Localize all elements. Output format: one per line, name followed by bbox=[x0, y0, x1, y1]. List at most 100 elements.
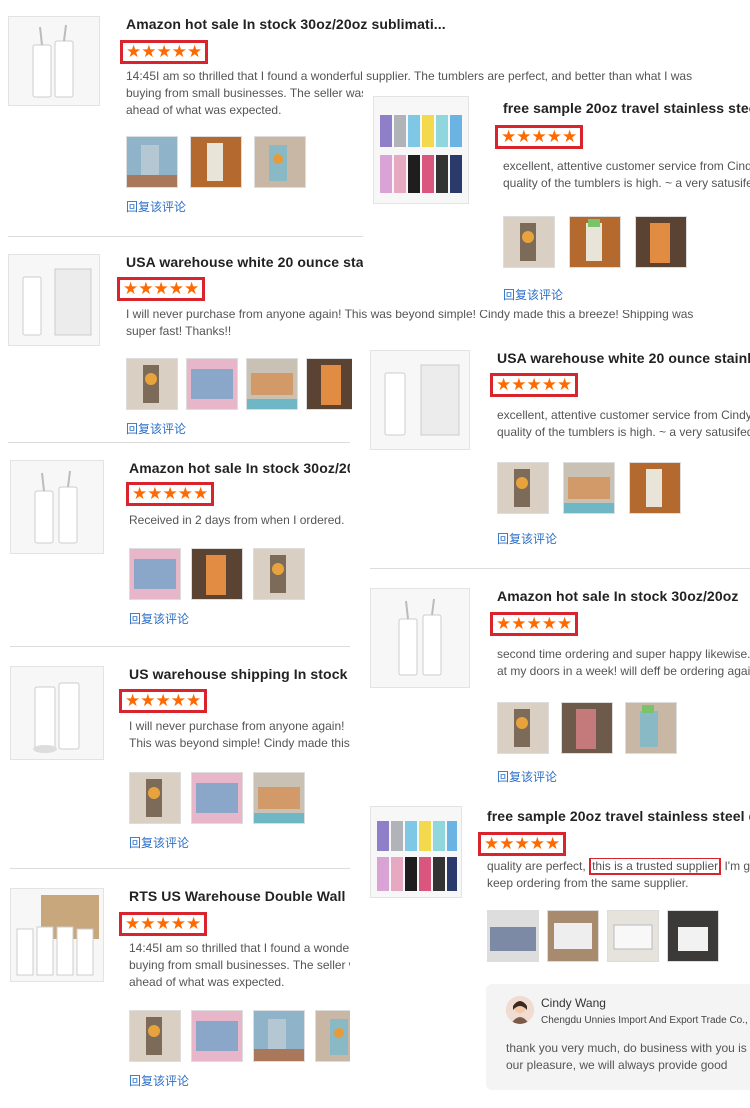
star-rating: ★★★★★ bbox=[490, 612, 579, 636]
review-photo[interactable] bbox=[191, 548, 243, 600]
review-photo[interactable] bbox=[487, 910, 539, 962]
product-title[interactable]: free sample 20oz travel stainless steel bbox=[503, 100, 750, 116]
star-rating-stars: ★★★★★ bbox=[125, 914, 202, 933]
review-photos bbox=[129, 548, 305, 600]
review-text: excellent, attentive customer service fr… bbox=[503, 159, 750, 194]
review-photo[interactable] bbox=[129, 772, 181, 824]
divider bbox=[10, 646, 350, 647]
review-photo[interactable] bbox=[126, 136, 178, 188]
review-photo[interactable] bbox=[569, 216, 621, 268]
star-rating: ★★★★★ bbox=[119, 689, 208, 713]
product-thumbnail[interactable] bbox=[370, 350, 470, 450]
seller-reply: Cindy Wang Chengdu Unnies Import And Exp… bbox=[486, 984, 750, 1090]
review-card-7: USA warehouse white 20 ounce stainless ★… bbox=[352, 330, 750, 564]
review-photo[interactable] bbox=[129, 548, 181, 600]
review-photo[interactable] bbox=[253, 1010, 305, 1062]
review-photo[interactable] bbox=[306, 358, 358, 410]
review-text: 14:45I am so thrilled that I found a won… bbox=[129, 941, 350, 989]
review-card-8: Amazon hot sale In stock 30oz/20oz ★★★★★… bbox=[352, 572, 750, 794]
reply-link[interactable]: 回复该评论 bbox=[126, 198, 186, 215]
review-card-6: free sample 20oz travel stainless steel … bbox=[363, 86, 750, 310]
review-card-9: free sample 20oz travel stainless steel … bbox=[354, 796, 750, 1108]
review-photo[interactable] bbox=[129, 1010, 181, 1062]
reply-link[interactable]: 回复该评论 bbox=[129, 834, 189, 851]
review-photo[interactable] bbox=[126, 358, 178, 410]
highlighted-review-text: this is a trusted supplier bbox=[589, 858, 722, 875]
star-rating-stars: ★★★★★ bbox=[123, 279, 200, 298]
star-rating: ★★★★★ bbox=[495, 125, 584, 149]
star-rating: ★★★★★ bbox=[126, 482, 215, 506]
review-photo[interactable] bbox=[503, 216, 555, 268]
review-text: I will never purchase from anyone again!… bbox=[129, 719, 350, 754]
reply-link[interactable]: 回复该评论 bbox=[503, 286, 563, 303]
product-title[interactable]: Amazon hot sale In stock 30oz/20oz subli… bbox=[129, 460, 350, 476]
review-text: quality are perfect, this is a trusted s… bbox=[487, 858, 750, 894]
seller-name: Cindy Wang bbox=[541, 996, 606, 1010]
product-title[interactable]: US warehouse shipping In stock 20oz bbox=[129, 666, 350, 682]
star-rating-stars: ★★★★★ bbox=[484, 834, 561, 853]
review-photo[interactable] bbox=[253, 772, 305, 824]
review-photo[interactable] bbox=[635, 216, 687, 268]
star-rating-stars: ★★★★★ bbox=[496, 375, 573, 394]
divider bbox=[10, 868, 350, 869]
review-photo[interactable] bbox=[191, 1010, 243, 1062]
star-rating-stars: ★★★★★ bbox=[496, 614, 573, 633]
reply-link[interactable]: 回复该评论 bbox=[497, 768, 557, 785]
product-thumbnail[interactable] bbox=[373, 96, 469, 204]
review-text: excellent, attentive customer service fr… bbox=[497, 408, 750, 443]
star-rating: ★★★★★ bbox=[120, 40, 209, 64]
review-photo[interactable] bbox=[563, 462, 615, 514]
product-title[interactable]: USA warehouse white 20 ounce stainless bbox=[497, 350, 750, 366]
review-photo[interactable] bbox=[629, 462, 681, 514]
review-photo[interactable] bbox=[186, 358, 238, 410]
review-photo[interactable] bbox=[497, 702, 549, 754]
product-title[interactable]: Amazon hot sale In stock 30oz/20oz bbox=[497, 588, 738, 604]
product-thumbnail[interactable] bbox=[10, 666, 104, 760]
product-thumbnail[interactable] bbox=[370, 806, 462, 898]
star-rating-stars: ★★★★★ bbox=[126, 42, 203, 61]
review-photo[interactable] bbox=[254, 136, 306, 188]
avatar bbox=[506, 996, 534, 1024]
review-photo[interactable] bbox=[607, 910, 659, 962]
product-thumbnail[interactable] bbox=[8, 16, 100, 106]
review-photo[interactable] bbox=[190, 136, 242, 188]
star-rating-stars: ★★★★★ bbox=[501, 127, 578, 146]
product-thumbnail[interactable] bbox=[370, 588, 470, 688]
review-card-5: RTS US Warehouse Double Wall Insulated ★… bbox=[0, 874, 350, 1108]
reply-link[interactable]: 回复该评论 bbox=[497, 530, 557, 547]
review-photo[interactable] bbox=[547, 910, 599, 962]
reply-link[interactable]: 回复该评论 bbox=[129, 1072, 189, 1089]
review-photo[interactable] bbox=[191, 772, 243, 824]
review-photo[interactable] bbox=[253, 548, 305, 600]
star-rating: ★★★★★ bbox=[119, 912, 208, 936]
review-photos bbox=[126, 358, 358, 410]
review-photos bbox=[497, 462, 681, 514]
divider bbox=[370, 568, 750, 569]
review-card-3: Amazon hot sale In stock 30oz/20oz subli… bbox=[0, 446, 350, 636]
product-title[interactable]: free sample 20oz travel stainless steel … bbox=[487, 808, 750, 824]
star-rating: ★★★★★ bbox=[478, 832, 567, 856]
review-photos bbox=[129, 772, 305, 824]
seller-company: Chengdu Unnies Import And Export Trade C… bbox=[541, 1015, 750, 1026]
product-thumbnail[interactable] bbox=[8, 254, 100, 346]
review-text: second time ordering and super happy lik… bbox=[497, 647, 750, 678]
review-text: Received in 2 days from when I ordered. bbox=[129, 513, 345, 527]
product-title[interactable]: RTS US Warehouse Double Wall Insulated bbox=[129, 888, 350, 904]
product-thumbnail[interactable] bbox=[10, 888, 104, 982]
star-rating: ★★★★★ bbox=[490, 373, 579, 397]
review-text-start: quality are perfect, bbox=[487, 859, 586, 873]
review-photos bbox=[503, 216, 687, 268]
review-photo[interactable] bbox=[315, 1010, 350, 1062]
review-photos bbox=[497, 702, 677, 754]
reply-link[interactable]: 回复该评论 bbox=[126, 420, 186, 437]
review-photo[interactable] bbox=[625, 702, 677, 754]
review-photo[interactable] bbox=[667, 910, 719, 962]
review-photo[interactable] bbox=[246, 358, 298, 410]
reply-link[interactable]: 回复该评论 bbox=[129, 610, 189, 627]
review-photo[interactable] bbox=[561, 702, 613, 754]
star-rating-stars: ★★★★★ bbox=[132, 484, 209, 503]
review-photo[interactable] bbox=[497, 462, 549, 514]
product-title[interactable]: Amazon hot sale In stock 30oz/20oz subli… bbox=[126, 16, 446, 32]
review-photos bbox=[487, 910, 719, 962]
product-thumbnail[interactable] bbox=[10, 460, 104, 554]
